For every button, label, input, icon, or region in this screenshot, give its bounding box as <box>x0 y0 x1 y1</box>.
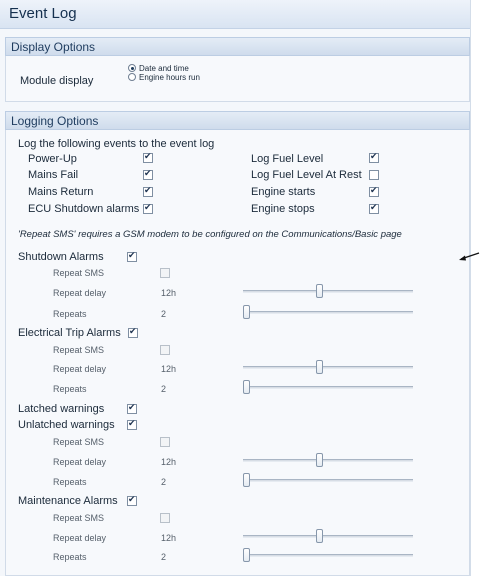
unlatched-repeat-sms-checkbox[interactable] <box>160 437 170 447</box>
unlatched-repeats-label: Repeats <box>53 477 87 487</box>
maintenance-repeat-sms-checkbox[interactable] <box>160 513 170 523</box>
unlatched-repeat-delay-value: 12h <box>161 457 177 467</box>
maintenance-repeat-delay-slider-thumb[interactable] <box>316 529 324 543</box>
maintenance-repeat-sms-label: Repeat SMS <box>53 513 105 523</box>
electrical-repeat-delay-value: 12h <box>161 364 177 374</box>
maintenance-repeats-slider-thumb[interactable] <box>243 548 250 562</box>
radio-date-and-time-label: Date and time <box>139 64 189 73</box>
log-fuel-level-at-rest-checkbox[interactable] <box>369 170 379 180</box>
display-options-header[interactable]: Display Options <box>5 37 470 56</box>
maintenance-repeats-slider-track[interactable] <box>243 554 413 557</box>
shutdown-repeat-sms-label: Repeat SMS <box>53 268 105 278</box>
unlatched-warnings-checkbox[interactable] <box>127 418 137 430</box>
unlatched-repeats-value: 2 <box>161 477 167 487</box>
event-log-window: Event Log Display Options Module display… <box>0 0 471 576</box>
shutdown-alarms-checkbox[interactable] <box>127 250 137 262</box>
event-label-log-fuel-level: Log Fuel Level <box>251 153 324 165</box>
shutdown-repeats-slider-thumb[interactable] <box>243 305 250 319</box>
logging-options-title: Logging Options <box>11 114 99 128</box>
unlatched-repeats-slider-thumb[interactable] <box>243 473 250 487</box>
electrical-repeat-sms-label: Repeat SMS <box>53 345 105 355</box>
maintenance-repeat-delay-value: 12h <box>161 533 177 543</box>
event-label-engine-starts: Engine starts <box>251 186 316 198</box>
latched-warnings-label: Latched warnings <box>18 403 105 415</box>
shutdown-repeats-slider-track[interactable] <box>243 311 413 314</box>
page-title: Event Log <box>9 5 77 22</box>
radio-date-and-time[interactable] <box>128 64 136 72</box>
engine-starts-checkbox[interactable] <box>369 185 379 197</box>
radio-engine-hours-run-label: Engine hours run <box>139 73 200 82</box>
repeat-sms-note: 'Repeat SMS' requires a GSM modem to be … <box>18 229 402 240</box>
shutdown-repeat-delay-label: Repeat delay <box>53 288 107 298</box>
electrical-repeat-delay-slider-thumb[interactable] <box>316 360 324 374</box>
mains-fail-checkbox[interactable] <box>143 168 153 180</box>
latched-warnings-checkbox[interactable] <box>127 402 137 414</box>
event-label-mains-fail: Mains Fail <box>28 169 79 181</box>
shutdown-repeat-delay-slider-track[interactable] <box>243 290 413 293</box>
electrical-repeats-slider-track[interactable] <box>243 386 413 389</box>
module-display-label: Module display <box>20 75 94 87</box>
maintenance-repeat-delay-label: Repeat delay <box>53 533 107 543</box>
electrical-repeats-label: Repeats <box>53 384 87 394</box>
maintenance-repeats-value: 2 <box>161 552 167 562</box>
shutdown-repeat-sms-checkbox[interactable] <box>160 268 170 278</box>
engine-stops-checkbox[interactable] <box>369 202 379 214</box>
event-label-engine-stops: Engine stops <box>251 203 315 215</box>
electrical-repeats-value: 2 <box>161 384 167 394</box>
unlatched-warnings-label: Unlatched warnings <box>18 419 115 431</box>
radio-engine-hours-run[interactable] <box>128 73 136 81</box>
maintenance-alarms-checkbox[interactable] <box>127 494 137 506</box>
unlatched-repeat-delay-slider-track[interactable] <box>243 459 413 462</box>
logging-options-header[interactable]: Logging Options <box>5 111 470 130</box>
electrical-trip-alarms-checkbox[interactable] <box>128 326 138 338</box>
event-label-log-fuel-level-at-rest: Log Fuel Level At Rest <box>251 169 362 181</box>
power-up-checkbox[interactable] <box>143 151 153 163</box>
maintenance-repeat-delay-slider-track[interactable] <box>243 535 413 538</box>
event-label-ecu-shutdown: ECU Shutdown alarms <box>28 203 140 215</box>
shutdown-repeats-label: Repeats <box>53 309 87 319</box>
unlatched-repeat-delay-label: Repeat delay <box>53 457 107 467</box>
electrical-repeat-delay-label: Repeat delay <box>53 364 107 374</box>
unlatched-repeat-sms-label: Repeat SMS <box>53 437 105 447</box>
shutdown-repeat-delay-value: 12h <box>161 288 177 298</box>
shutdown-alarms-label: Shutdown Alarms <box>18 251 104 263</box>
unlatched-repeats-slider-track[interactable] <box>243 479 413 482</box>
electrical-repeat-delay-slider-track[interactable] <box>243 366 413 369</box>
unlatched-repeat-delay-slider-thumb[interactable] <box>316 453 324 467</box>
electrical-repeat-sms-checkbox[interactable] <box>160 345 170 355</box>
electrical-repeats-slider-thumb[interactable] <box>243 380 250 394</box>
log-events-intro: Log the following events to the event lo… <box>18 138 215 150</box>
pointer-arrow-icon <box>459 252 480 261</box>
electrical-trip-alarms-label: Electrical Trip Alarms <box>18 327 121 339</box>
title-bar: Event Log <box>0 0 470 29</box>
maintenance-alarms-label: Maintenance Alarms <box>18 495 118 507</box>
shutdown-repeat-delay-slider-thumb[interactable] <box>316 284 324 298</box>
event-label-power-up: Power-Up <box>28 153 77 165</box>
display-options-title: Display Options <box>11 40 96 54</box>
ecu-shutdown-alarms-checkbox[interactable] <box>143 202 153 214</box>
event-label-mains-return: Mains Return <box>28 186 94 198</box>
maintenance-repeats-label: Repeats <box>53 552 87 562</box>
shutdown-repeats-value: 2 <box>161 309 167 319</box>
log-fuel-level-checkbox[interactable] <box>369 151 379 163</box>
mains-return-checkbox[interactable] <box>143 185 153 197</box>
